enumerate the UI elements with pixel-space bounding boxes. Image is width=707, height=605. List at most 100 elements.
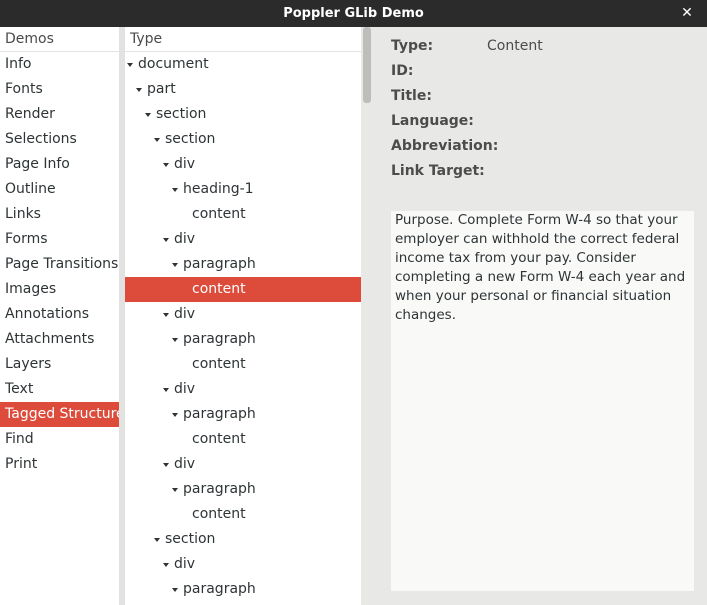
expander-triangle-icon[interactable] <box>172 413 178 417</box>
tree-row-label: paragraph <box>183 581 256 597</box>
tree-row-heading-1[interactable]: heading-1 <box>125 177 361 202</box>
tree-row-div[interactable]: div <box>125 552 361 577</box>
demo-item-links[interactable]: Links <box>0 202 119 227</box>
expander-triangle-icon[interactable] <box>154 138 160 142</box>
demo-item-render[interactable]: Render <box>0 102 119 127</box>
expander-triangle-icon[interactable] <box>172 338 178 342</box>
demos-column-header[interactable]: Demos <box>0 27 119 52</box>
title-property: Title: <box>391 84 432 109</box>
demo-item-fonts[interactable]: Fonts <box>0 77 119 102</box>
demo-item-layers[interactable]: Layers <box>0 352 119 377</box>
details-panel: Type: Content ID: Title: Language: Abbre… <box>373 27 707 605</box>
tree-row-paragraph[interactable]: paragraph <box>125 477 361 502</box>
tree-row-paragraph[interactable]: paragraph <box>125 327 361 352</box>
expander-triangle-icon[interactable] <box>127 63 133 67</box>
tree-row-content[interactable]: content <box>125 502 361 527</box>
tree-scrollbar[interactable] <box>361 27 373 605</box>
tree-row-div[interactable]: div <box>125 452 361 477</box>
demo-item-attachments[interactable]: Attachments <box>0 327 119 352</box>
tree-row-label: paragraph <box>183 256 256 272</box>
expander-triangle-icon[interactable] <box>163 313 169 317</box>
tree-row-label: section <box>165 531 216 547</box>
expander-triangle-icon[interactable] <box>172 188 178 192</box>
id-property: ID: <box>391 59 413 84</box>
expander-triangle-icon[interactable] <box>172 488 178 492</box>
tree-row-paragraph[interactable]: paragraph <box>125 252 361 277</box>
language-property: Language: <box>391 109 474 134</box>
tree-row-paragraph[interactable]: paragraph <box>125 402 361 427</box>
tree-rows: document part section section div heading-1 co… <box>125 52 361 602</box>
demo-item-forms[interactable]: Forms <box>0 227 119 252</box>
content-text-view[interactable]: Purpose. Complete Form W-4 so that your … <box>391 211 694 591</box>
abbreviation-label: Abbreviation: <box>391 138 499 154</box>
expander-triangle-icon[interactable] <box>154 538 160 542</box>
tree-row-div[interactable]: div <box>125 227 361 252</box>
tree-row-label: document <box>138 56 209 72</box>
title-label: Title: <box>391 88 432 104</box>
demos-items: Info Fonts Render Selections Page Info Outlin… <box>0 52 125 477</box>
expander-triangle-icon[interactable] <box>163 238 169 242</box>
demo-item-find[interactable]: Find <box>0 427 119 452</box>
demo-item-text[interactable]: Text <box>0 377 119 402</box>
tree-row-content[interactable]: content <box>125 202 361 227</box>
tree-row-div[interactable]: div <box>125 377 361 402</box>
type-label: Type: <box>391 38 434 54</box>
link-target-label: Link Target: <box>391 163 485 179</box>
demo-item-tagged-structure[interactable]: Tagged Structure <box>0 402 125 427</box>
tree-row-part[interactable]: part <box>125 77 361 102</box>
tree-row-label: div <box>174 306 196 322</box>
tree-row-div[interactable]: div <box>125 152 361 177</box>
type-column-header[interactable]: Type <box>125 27 361 52</box>
tree-row-section[interactable]: section <box>125 527 361 552</box>
tree-row-label: section <box>156 106 207 122</box>
id-label: ID: <box>391 63 414 79</box>
expander-triangle-icon[interactable] <box>172 263 178 267</box>
tree-row-div[interactable]: div <box>125 302 361 327</box>
expander-triangle-icon[interactable] <box>163 163 169 167</box>
demos-list: Demos Info Fonts Render Selections Page Info… <box>0 27 125 605</box>
close-icon[interactable]: ✕ <box>677 3 697 23</box>
expander-triangle-icon[interactable] <box>136 88 142 92</box>
structure-tree: Type document part section section div headin… <box>125 27 361 605</box>
tree-row-label: div <box>174 556 196 572</box>
window-title: Poppler GLib Demo <box>283 6 424 21</box>
scrollbar-thumb[interactable] <box>363 27 371 103</box>
demo-item-print[interactable]: Print <box>0 452 119 477</box>
demo-item-outline[interactable]: Outline <box>0 177 119 202</box>
tree-row-paragraph[interactable]: paragraph <box>125 577 361 602</box>
tree-row-label: div <box>174 456 196 472</box>
tree-row-section[interactable]: section <box>125 127 361 152</box>
tree-row-label: content <box>192 206 246 222</box>
demo-item-annotations[interactable]: Annotations <box>0 302 119 327</box>
app-window: Poppler GLib Demo ✕ Demos Info Fonts Rende… <box>0 0 707 605</box>
tree-row-label: div <box>174 231 196 247</box>
expander-triangle-icon[interactable] <box>172 588 178 592</box>
demo-item-page-info[interactable]: Page Info <box>0 152 119 177</box>
tree-row-label: content <box>192 506 246 522</box>
demo-item-page-transitions[interactable]: Page Transitions <box>0 252 119 277</box>
tree-row-section[interactable]: section <box>125 102 361 127</box>
tree-row-label: heading-1 <box>183 181 254 197</box>
demo-item-images[interactable]: Images <box>0 277 119 302</box>
expander-triangle-icon[interactable] <box>163 463 169 467</box>
demo-item-info[interactable]: Info <box>0 52 119 77</box>
title-bar: Poppler GLib Demo ✕ <box>0 0 707 27</box>
tree-row-document[interactable]: document <box>125 52 361 77</box>
language-label: Language: <box>391 113 474 129</box>
tree-row-label: section <box>165 131 216 147</box>
tree-row-label: content <box>192 431 246 447</box>
type-value: Content <box>487 38 543 54</box>
tree-row-content[interactable]: content <box>125 277 361 302</box>
tree-row-label: div <box>174 381 196 397</box>
tree-row-content[interactable]: content <box>125 352 361 377</box>
tree-row-label: div <box>174 156 196 172</box>
tree-row-label: paragraph <box>183 481 256 497</box>
tree-row-label: part <box>147 81 176 97</box>
tree-row-content[interactable]: content <box>125 427 361 452</box>
link-target-property: Link Target: <box>391 159 485 184</box>
tree-row-label: content <box>192 281 246 297</box>
expander-triangle-icon[interactable] <box>145 113 151 117</box>
expander-triangle-icon[interactable] <box>163 563 169 567</box>
expander-triangle-icon[interactable] <box>163 388 169 392</box>
demo-item-selections[interactable]: Selections <box>0 127 119 152</box>
